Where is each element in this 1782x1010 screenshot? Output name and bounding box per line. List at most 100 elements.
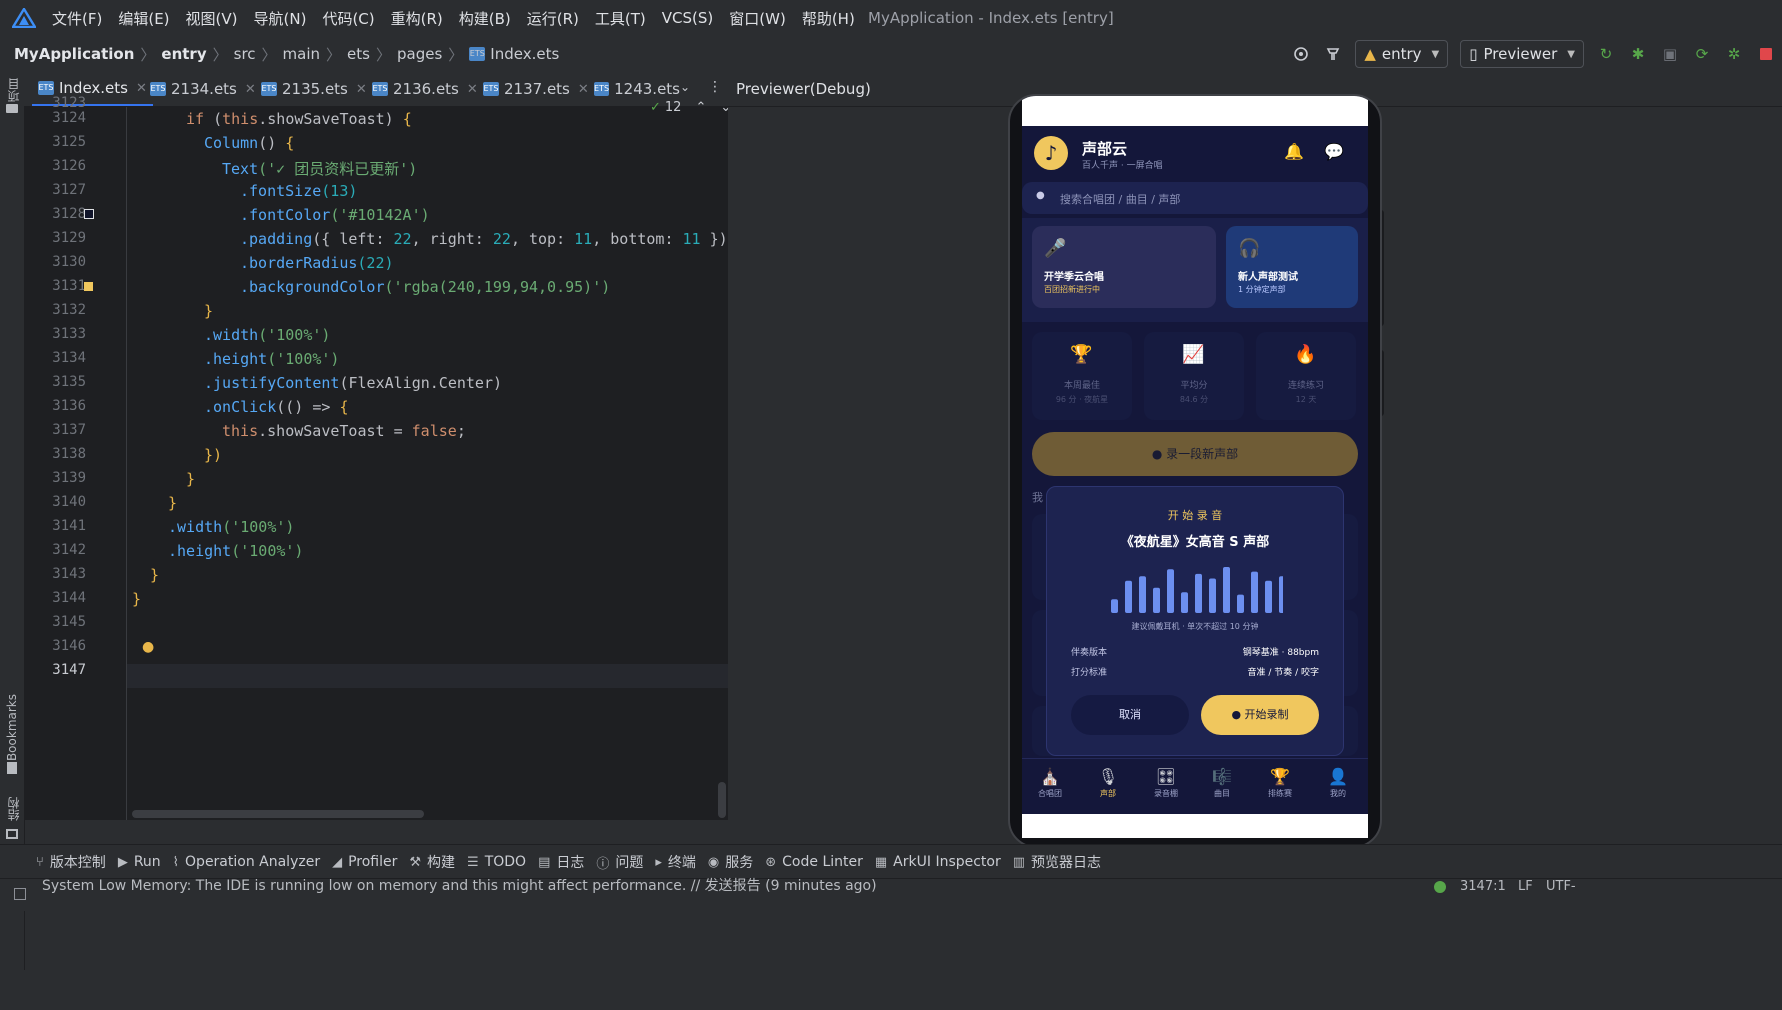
layout-toggle-icon[interactable] — [14, 888, 26, 900]
target-icon[interactable] — [1290, 43, 1312, 65]
rerun-icon[interactable]: ↻ — [1595, 43, 1617, 65]
menu-view[interactable]: 视图(V) — [178, 8, 246, 29]
profile-bug-icon[interactable]: ✲ — [1723, 43, 1745, 65]
menu-vcs[interactable]: VCS(S) — [654, 9, 721, 27]
device-selector-value: Previewer — [1483, 45, 1558, 63]
accompaniment-value: 钢琴基准 · 88bpm — [1242, 648, 1319, 658]
folder-icon — [6, 104, 18, 113]
tab-me[interactable]: 👤 我的 — [1314, 767, 1362, 799]
scoring-value: 音准 / 节奏 / 咬字 — [1247, 668, 1319, 678]
stop-icon[interactable] — [1755, 43, 1777, 65]
tool-problems[interactable]: ⓘ 问题 — [596, 852, 643, 872]
choir-icon: ⛪ — [1040, 767, 1060, 786]
tool-profiler[interactable]: ◢ Profiler — [332, 854, 397, 870]
tab-2135-ets[interactable]: ETS 2135.ets ✕ — [255, 72, 373, 106]
menu-help[interactable]: 帮助(H) — [794, 8, 863, 29]
tab-repertoire[interactable]: 🎼 曲目 — [1198, 767, 1246, 799]
tool-run[interactable]: ▶ Run — [118, 854, 161, 870]
color-swatch-dark[interactable] — [84, 209, 94, 219]
menu-file[interactable]: 文件(F) — [44, 8, 110, 29]
cancel-button[interactable]: 取消 — [1071, 695, 1189, 735]
line-number: 3135 — [52, 374, 86, 390]
line-number: 3129 — [52, 230, 86, 246]
line-separator[interactable]: LF — [1518, 879, 1533, 894]
vertical-scrollbar[interactable] — [718, 782, 726, 818]
menu-window[interactable]: 窗口(W) — [721, 8, 794, 29]
menu-refactor[interactable]: 重构(R) — [383, 8, 451, 29]
line-number: 3144 — [52, 590, 86, 606]
apply-changes-icon[interactable]: ⟳ — [1691, 43, 1713, 65]
chevron-down-icon: ▼ — [1567, 48, 1575, 60]
cursor-position[interactable]: 3147:1 — [1460, 879, 1506, 894]
promo-2-title: 新人声部测试 — [1238, 272, 1298, 283]
structure-tool-button[interactable]: 结构 — [5, 797, 22, 821]
tabs-dropdown-icon[interactable]: ⌄ — [680, 80, 690, 94]
bell-icon[interactable]: 🔔 — [1284, 142, 1304, 161]
tab-voice-part[interactable]: 🎙 声部 — [1084, 767, 1132, 799]
tool-version-control[interactable]: ⑂ 版本控制 — [36, 852, 106, 872]
menu-edit[interactable]: 编辑(E) — [110, 8, 177, 29]
project-tool-button[interactable]: 项目 — [5, 78, 22, 102]
record-new-part-button[interactable]: ● 录一段新声部 — [1032, 432, 1358, 476]
tab-2136-ets[interactable]: ETS 2136.ets ✕ — [366, 72, 484, 106]
menu-build[interactable]: 构建(B) — [451, 8, 519, 29]
tool-build[interactable]: ⚒ 构建 — [409, 852, 455, 872]
message-icon[interactable]: 💬 — [1324, 142, 1344, 161]
section-title-partial: 我 — [1032, 491, 1043, 504]
menu-code[interactable]: 代码(C) — [314, 8, 382, 29]
phone-icon: ▯ — [1469, 45, 1478, 63]
menu-run[interactable]: 运行(R) — [519, 8, 587, 29]
lightbulb-icon[interactable]: ● — [142, 639, 154, 655]
ets-file-icon: ETS — [372, 82, 388, 96]
promo-1-title: 开学季云合唱 — [1044, 272, 1104, 283]
breadcrumb-main[interactable]: main — [283, 45, 320, 63]
chevron-up-icon[interactable]: ⌃ — [695, 100, 706, 115]
promo-card-1[interactable]: 🎤 开学季云合唱 百团招新进行中 — [1032, 226, 1216, 308]
tool-previewer-log[interactable]: ▥ 预览器日志 — [1013, 852, 1101, 872]
line-number: 3133 — [52, 326, 86, 342]
breadcrumb-project[interactable]: MyApplication — [14, 45, 134, 63]
color-swatch-gold[interactable] — [84, 282, 93, 291]
tab-studio[interactable]: 🎛 录音棚 — [1142, 767, 1190, 799]
menu-navigate[interactable]: 导航(N) — [246, 8, 315, 29]
device-selector[interactable]: ▯ Previewer ▼ — [1460, 40, 1584, 68]
run-toolbar: ▲ entry ▼ ▯ Previewer ▼ ↻ ✱ ▣ ⟳ ✲ — [1285, 36, 1782, 72]
horizontal-scrollbar[interactable] — [132, 810, 424, 818]
breadcrumb-module[interactable]: entry — [161, 45, 206, 63]
search-bar[interactable]: ● 搜索合唱团 / 曲目 / 声部 — [1022, 182, 1368, 214]
tab-2134-ets[interactable]: ETS 2134.ets ✕ — [144, 72, 262, 106]
bookmarks-tool-button[interactable]: Bookmarks — [5, 694, 19, 761]
structure-icon — [6, 829, 18, 839]
file-encoding[interactable]: UTF- — [1546, 879, 1576, 894]
hammer-bug-icon[interactable] — [1322, 43, 1344, 65]
tool-operation-analyzer[interactable]: ⌇ Operation Analyzer — [173, 854, 320, 870]
tool-code-linter[interactable]: ⊛ Code Linter — [765, 854, 863, 870]
tool-todo[interactable]: ☰ TODO — [467, 854, 526, 870]
tab-contest[interactable]: 🏆 排练赛 — [1256, 767, 1304, 799]
tab-choir[interactable]: ⛪ 合唱团 — [1026, 767, 1074, 799]
more-options-icon[interactable]: ⋮ — [708, 79, 722, 95]
debug-bug-icon[interactable]: ✱ — [1627, 43, 1649, 65]
inspection-widget[interactable]: ✓ 12 ⌃ ⌄ — [650, 100, 731, 115]
app-name: 声部云 — [1082, 140, 1128, 158]
tool-services[interactable]: ◉ 服务 — [708, 852, 753, 872]
menu-tools[interactable]: 工具(T) — [587, 8, 654, 29]
breadcrumb-file[interactable]: Index.ets — [490, 45, 559, 63]
module-selector[interactable]: ▲ entry ▼ — [1355, 40, 1449, 68]
tool-terminal[interactable]: ▸ 终端 — [655, 852, 696, 872]
start-recording-button[interactable]: ● 开始录制 — [1201, 695, 1319, 735]
line-number: 3146 — [52, 638, 86, 654]
breadcrumb-src[interactable]: src — [234, 45, 256, 63]
waveform-bar — [1195, 573, 1202, 613]
breadcrumb-pages[interactable]: pages — [397, 45, 442, 63]
attach-debugger-icon[interactable]: ▣ — [1659, 43, 1681, 65]
line-number: 3140 — [52, 494, 86, 510]
promo-card-2[interactable]: 🎧 新人声部测试 1 分钟定声部 — [1226, 226, 1358, 308]
tool-arkui-inspector[interactable]: ▦ ArkUI Inspector — [875, 854, 1001, 870]
tool-log[interactable]: ▤ 日志 — [538, 852, 584, 872]
search-icon: ● — [1036, 190, 1045, 201]
chart-up-icon: 📈 — [1182, 344, 1205, 365]
tab-2137-ets[interactable]: ETS 2137.ets ✕ — [477, 72, 595, 106]
breadcrumb-ets[interactable]: ets — [347, 45, 370, 63]
status-message[interactable]: System Low Memory: The IDE is running lo… — [42, 879, 877, 893]
